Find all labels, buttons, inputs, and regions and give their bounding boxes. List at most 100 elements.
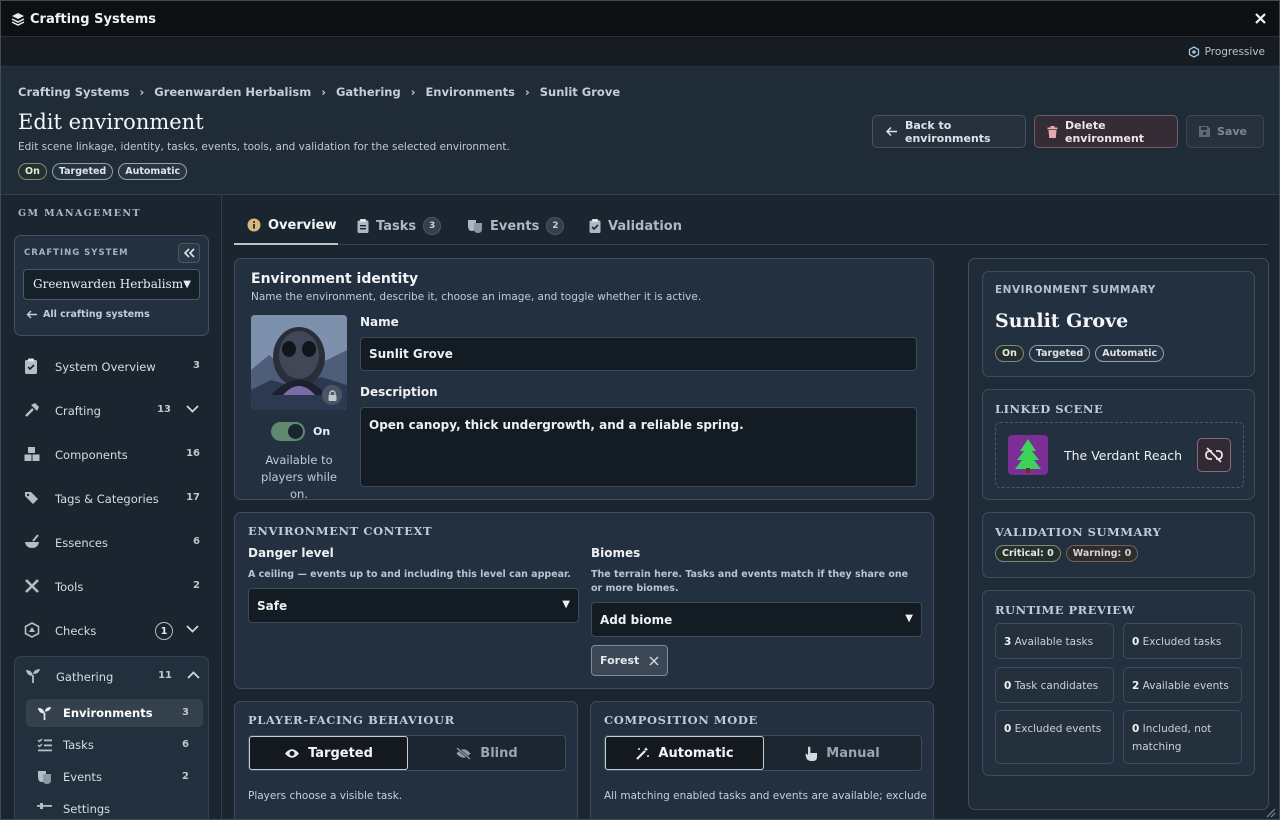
sidebar-item-tags-categories[interactable]: Tags & Categories 17 — [14, 478, 209, 518]
runtime-cell: 0 Excluded tasks — [1123, 623, 1242, 659]
status-badge: Targeted — [1028, 345, 1091, 362]
unlink-scene-button[interactable] — [1197, 438, 1231, 472]
sidebar-item-crafting[interactable]: Crafting 13 — [14, 390, 209, 430]
mode-indicator[interactable]: Progressive — [1188, 46, 1265, 58]
save-button-label: Save — [1217, 125, 1247, 138]
name-input[interactable]: Sunlit Grove — [360, 337, 917, 371]
boxes-icon — [24, 446, 40, 462]
tab-tasks[interactable]: Tasks 3 — [357, 207, 442, 245]
name-label: Name — [360, 315, 399, 329]
linked-scene-name: The Verdant Reach — [1064, 448, 1183, 463]
active-toggle[interactable] — [271, 422, 305, 441]
chevron-up-icon[interactable] — [187, 671, 200, 679]
chevron-right-icon: › — [525, 85, 530, 99]
chevron-down-icon[interactable] — [186, 405, 199, 413]
save-button[interactable]: Save — [1186, 115, 1264, 148]
unlink-icon — [1205, 447, 1223, 463]
biomes-label: Biomes — [591, 546, 641, 560]
tab-label: Tasks — [376, 218, 417, 234]
app-window: Crafting Systems Progressive Crafting Sy… — [0, 0, 1280, 820]
back-button[interactable]: Back to environments — [872, 115, 1026, 148]
blind-option[interactable]: Blind — [408, 736, 565, 770]
all-crafting-systems-link[interactable]: All crafting systems — [26, 309, 150, 320]
resize-handle-icon[interactable] — [1266, 808, 1276, 818]
environment-identity-card: Environment identity Name the environmen… — [234, 258, 934, 501]
page-subtitle: Edit scene linkage, identity, tasks, eve… — [18, 141, 510, 153]
summary-label: ENVIRONMENT SUMMARY — [995, 284, 1156, 296]
environment-summary-card: ENVIRONMENT SUMMARY Sunlit Grove On Targ… — [982, 271, 1255, 377]
automatic-option[interactable]: Automatic — [605, 736, 764, 770]
tab-validation[interactable]: Validation — [589, 207, 682, 245]
breadcrumb-item[interactable]: Crafting Systems — [18, 85, 130, 99]
warning-badge: Warning: 0 — [1065, 545, 1139, 562]
manual-option[interactable]: Manual — [764, 736, 921, 770]
all-crafting-systems-label: All crafting systems — [43, 309, 150, 320]
breadcrumb: Crafting Systems › Greenwarden Herbalism… — [18, 85, 620, 99]
danger-level-value: Safe — [257, 599, 288, 613]
chevron-right-icon: › — [410, 85, 416, 99]
breadcrumb-item[interactable]: Environments — [425, 85, 515, 99]
runtime-cell-label: Available tasks — [1014, 636, 1094, 648]
sidebar-subitem-tasks[interactable]: Tasks 6 — [26, 731, 203, 759]
sidebar-subitem-label: Settings — [63, 802, 111, 816]
close-icon[interactable] — [1254, 12, 1267, 25]
tab-overview[interactable]: Overview — [234, 207, 338, 245]
identity-title: Environment identity — [251, 271, 419, 287]
tab-bar: Overview Tasks 3 Events 2 Validation — [234, 207, 1268, 245]
sliders-icon — [37, 802, 52, 816]
sidebar-item-tools[interactable]: Tools 2 — [14, 566, 209, 606]
crafting-system-select[interactable]: Greenwarden Herbalism ▼ — [23, 269, 200, 300]
toggle-label: On — [313, 425, 331, 438]
summary-panel: ENVIRONMENT SUMMARY Sunlit Grove On Targ… — [968, 258, 1269, 810]
sidebar-subitem-environments[interactable]: Environments 3 — [26, 699, 203, 727]
lock-icon[interactable] — [322, 385, 342, 405]
toggle-hint: Available to players while on. — [261, 453, 337, 501]
behaviour-segmented-control: Targeted Blind — [248, 735, 566, 771]
delete-button[interactable]: Delete environment — [1034, 115, 1178, 148]
arrow-left-icon — [885, 126, 898, 137]
composition-card: COMPOSITION MODE Automatic Manual All ma… — [590, 701, 934, 819]
sidebar-item-label: Components — [55, 448, 128, 462]
eye-slash-icon — [455, 746, 472, 760]
tab-events[interactable]: Events 2 — [467, 207, 565, 245]
crafting-system-value: Greenwarden Herbalism — [33, 277, 184, 291]
breadcrumb-item[interactable]: Gathering — [336, 85, 401, 99]
chevron-right-icon: › — [321, 85, 326, 99]
crafting-system-card: CRAFTING SYSTEM Greenwarden Herbalism ▼ … — [14, 235, 209, 336]
automatic-option-label: Automatic — [658, 745, 734, 761]
sidebar-item-system-overview[interactable]: System Overview 3 — [14, 346, 209, 386]
runtime-cell-count: 2 — [1132, 680, 1140, 692]
title-bar: Crafting Systems — [1, 1, 1279, 37]
remove-icon[interactable] — [649, 655, 659, 666]
behaviour-card: PLAYER-FACING BEHAVIOUR Targeted Blind P… — [234, 701, 578, 819]
sidebar-item-components[interactable]: Components 16 — [14, 434, 209, 474]
breadcrumb-item[interactable]: Greenwarden Herbalism — [154, 85, 311, 99]
arrow-left-icon — [26, 310, 38, 319]
targeted-option[interactable]: Targeted — [249, 736, 408, 770]
chevron-down-icon[interactable] — [186, 625, 199, 633]
tab-label: Events — [490, 218, 540, 234]
biome-select[interactable]: Add biome ▼ — [591, 602, 922, 637]
main-content: Overview Tasks 3 Events 2 Validation Env… — [222, 195, 1279, 819]
sidebar-subitem-label: Environments — [63, 706, 153, 720]
danger-level-select[interactable]: Safe ▼ — [248, 588, 579, 623]
sprout-icon — [25, 668, 41, 684]
sidebar-item-gathering[interactable]: Gathering 11 — [15, 656, 210, 696]
collapse-sidebar-button[interactable] — [178, 243, 200, 263]
description-label: Description — [360, 385, 438, 399]
sprout-icon — [37, 706, 52, 721]
sidebar-item-label: Tools — [55, 580, 84, 594]
behaviour-title: PLAYER-FACING BEHAVIOUR — [248, 713, 455, 727]
validation-summary-card: VALIDATION SUMMARY Critical: 0 Warning: … — [982, 512, 1255, 578]
description-textarea[interactable]: Open canopy, thick undergrowth, and a re… — [360, 407, 917, 487]
tab-count: 3 — [423, 217, 442, 235]
sidebar-subitem-settings[interactable]: Settings — [26, 795, 203, 819]
double-chevron-left-icon — [183, 248, 195, 258]
runtime-cell-count: 0 — [1132, 723, 1140, 735]
back-button-label: Back to environments — [905, 118, 991, 145]
sidebar-item-checks[interactable]: Checks 1 — [14, 610, 209, 650]
sidebar-item-essences[interactable]: Essences 6 — [14, 522, 209, 562]
sidebar-subitem-events[interactable]: Events 2 — [26, 763, 203, 791]
environment-image[interactable] — [251, 315, 347, 410]
info-icon — [247, 218, 261, 232]
